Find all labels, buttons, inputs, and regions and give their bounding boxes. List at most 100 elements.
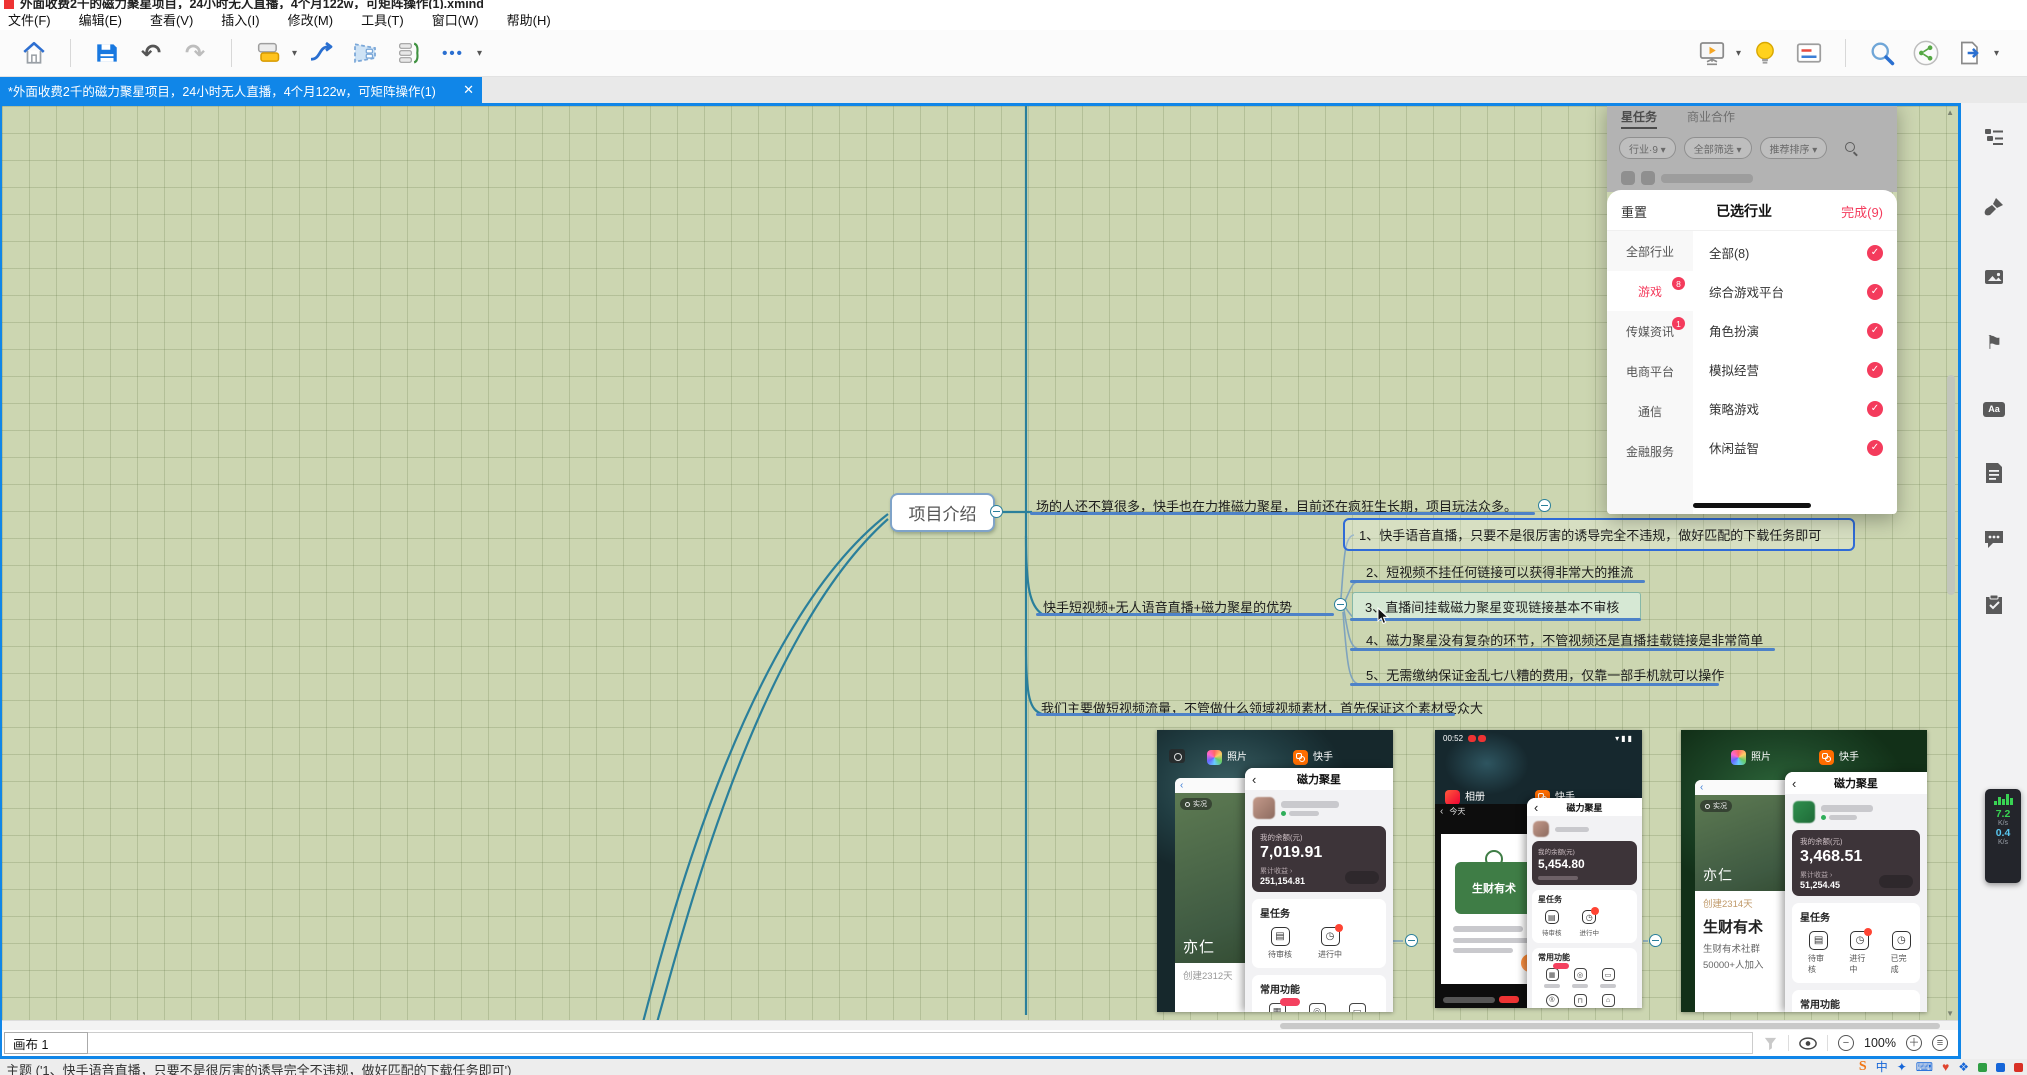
attached-image-phone-1[interactable]: 照片 快手 ‹ 实况 亦仁 创建2312天 ‹磁力聚星 [1157, 730, 1393, 1012]
task-checklist-icon[interactable] [1982, 593, 2006, 617]
reset-button[interactable]: 重置 [1621, 202, 1647, 221]
filter-funnel-icon[interactable] [1763, 1036, 1778, 1051]
category-finance[interactable]: 金融服务 [1607, 431, 1693, 471]
menu-edit[interactable]: 编辑(E) [79, 10, 122, 29]
done-button[interactable]: 完成(9) [1841, 202, 1883, 221]
insert-image-icon[interactable] [1982, 265, 2006, 289]
advantage-item-3-hover[interactable]: 3、直播间挂载磁力聚星变现链接基本不审核 [1352, 592, 1641, 620]
document-tab[interactable]: *外面收费2千的磁力聚星项目，24小时无人直播，4个月122w，可矩阵操作(1)… [0, 77, 482, 103]
camera-icon [1169, 749, 1185, 763]
advantage-item-4[interactable]: 4、磁力聚星没有复杂的环节，不管视频还是直播挂载链接是非常简单 [1366, 630, 1763, 649]
app-window: 外面收费2千的磁力聚星项目，24小时无人直播，4个月122w，可矩阵操作(1).… [0, 0, 2027, 1075]
option-row[interactable]: 休闲益智✓ [1693, 428, 1897, 467]
ime-chinese-icon[interactable]: 中 [1876, 1061, 1888, 1073]
chevron-down-icon[interactable]: ▾ [1994, 48, 1999, 59]
zoom-level[interactable]: 100% [1864, 1036, 1896, 1050]
menu-view[interactable]: 查看(V) [150, 10, 193, 29]
category-ecommerce[interactable]: 电商平台 [1607, 351, 1693, 391]
taskbar-icon[interactable] [1996, 1063, 2005, 1072]
sheet-tab-canvas-1[interactable]: 画布 1 [4, 1032, 88, 1054]
share-icon[interactable] [1911, 38, 1941, 68]
horizontal-scrollbar[interactable] [2, 1020, 1958, 1030]
filter-sort[interactable]: 推荐排序 ▾ [1760, 137, 1828, 159]
topic-underline [1036, 713, 1455, 716]
scrollbar-thumb[interactable] [1280, 1023, 1940, 1029]
advantage-item-1-selected[interactable]: 1、快手语音直播，只要不是很厉害的诱导完全不违规，做好匹配的下载任务即可 [1343, 518, 1855, 551]
zoom-out-button[interactable]: − [1838, 1035, 1854, 1051]
scrollbar-thumb[interactable] [1947, 375, 1955, 595]
more-tools-icon[interactable]: ••• [438, 38, 468, 68]
comments-icon[interactable] [1982, 527, 2006, 551]
mindmap-root-topic[interactable]: 项目介绍 [890, 493, 995, 532]
redo-icon[interactable]: ↷ [180, 38, 210, 68]
chevron-down-icon[interactable]: ▾ [477, 48, 482, 59]
relationship-icon[interactable] [306, 38, 336, 68]
back-icon: ‹ [1792, 776, 1796, 791]
menu-modify[interactable]: 修改(M) [288, 10, 334, 29]
vertical-scrollbar[interactable]: ▲ ▼ [1944, 106, 1957, 1020]
close-icon[interactable]: ✕ [463, 82, 474, 98]
advantage-item-5[interactable]: 5、无需缴纳保证金乱七八糟的费用，仅靠一部手机就可以操作 [1366, 665, 1724, 684]
scroll-down-icon[interactable]: ▼ [1946, 1009, 1954, 1018]
collapse-icon[interactable] [1538, 499, 1551, 512]
presentation-icon[interactable] [1697, 38, 1727, 68]
eye-icon[interactable] [1799, 1037, 1817, 1050]
insert-topic-icon[interactable] [253, 38, 283, 68]
taskbar-icon[interactable] [2014, 1063, 2023, 1072]
scroll-up-icon[interactable]: ▲ [1946, 108, 1954, 117]
export-icon[interactable] [1955, 38, 1985, 68]
advantage-item-2[interactable]: 2、短视频不挂任何链接可以获得非常大的推流 [1366, 562, 1633, 581]
attached-image-phone-3[interactable]: 照片 快手 ‹ 实况 亦仁 创建2314天 生财有术 生财有术社群 50000+… [1681, 730, 1927, 1012]
fit-view-button[interactable]: ≡ [1932, 1035, 1948, 1051]
flag-marker-icon[interactable]: ⚑ [1982, 331, 2006, 355]
zoom-in-button[interactable]: ＋ [1906, 1035, 1922, 1051]
boundary-icon[interactable] [350, 38, 380, 68]
taskbar-icon[interactable]: ♥ [1942, 1061, 1949, 1073]
search-icon[interactable] [1845, 142, 1858, 155]
pending-review-icon: ▤ [1271, 927, 1290, 946]
menu-file[interactable]: 文件(F) [8, 10, 51, 29]
collapse-icon[interactable] [1649, 934, 1662, 947]
category-games[interactable]: 游戏8 [1607, 271, 1693, 311]
category-telecom[interactable]: 通信 [1607, 391, 1693, 431]
slide-notes-icon[interactable] [1794, 38, 1824, 68]
lightbulb-icon[interactable] [1750, 38, 1780, 68]
option-row[interactable]: 全部(8)✓ [1693, 233, 1897, 272]
attached-image-phone-2[interactable]: 00:52 ▾▮▮ 相册 快手 ‹今天 生财有术 [1435, 730, 1642, 1008]
filter-all[interactable]: 全部筛选 ▾ [1684, 137, 1752, 159]
collapse-icon[interactable] [1405, 934, 1418, 947]
sheet-tab-strip[interactable] [88, 1032, 1753, 1054]
filter-industry[interactable]: 行业·9 ▾ [1619, 137, 1676, 159]
topic-structure-icon[interactable] [1982, 125, 2006, 149]
font-style-icon[interactable]: Aa [1982, 397, 2006, 421]
mindmap-canvas[interactable]: 项目介绍 场的人还不算很多，快手也在力推磁力聚星，目前还在疯狂生长期，项目玩法众… [2, 106, 1958, 1020]
taskbar-icon[interactable]: ❖ [1958, 1061, 1969, 1073]
save-icon[interactable] [92, 38, 122, 68]
category-all[interactable]: 全部行业 [1607, 231, 1693, 271]
format-brush-icon[interactable] [1982, 195, 2006, 219]
category-media[interactable]: 传媒资讯1 [1607, 311, 1693, 351]
option-row[interactable]: 角色扮演✓ [1693, 311, 1897, 350]
menu-tools[interactable]: 工具(T) [361, 10, 404, 29]
menu-insert[interactable]: 插入(I) [221, 10, 259, 29]
input-method-icon[interactable]: S [1859, 1060, 1867, 1074]
home-icon[interactable] [19, 38, 49, 68]
option-row[interactable]: 模拟经营✓ [1693, 350, 1897, 389]
collapse-icon[interactable] [1334, 598, 1347, 611]
undo-icon[interactable]: ↶ [136, 38, 166, 68]
chevron-down-icon[interactable]: ▾ [292, 48, 297, 59]
taskbar-icon[interactable]: ✦ [1897, 1061, 1907, 1073]
taskbar-icon[interactable] [1978, 1063, 1987, 1072]
tab-business[interactable]: 商业合作 [1687, 108, 1735, 129]
option-row[interactable]: 综合游戏平台✓ [1693, 272, 1897, 311]
option-row[interactable]: 策略游戏✓ [1693, 389, 1897, 428]
search-icon[interactable] [1867, 38, 1897, 68]
tab-star-tasks[interactable]: 星任务 [1621, 108, 1657, 129]
menu-help[interactable]: 帮助(H) [507, 10, 551, 29]
chevron-down-icon[interactable]: ▾ [1736, 48, 1741, 59]
summary-icon[interactable] [394, 38, 424, 68]
notes-icon[interactable] [1982, 461, 2006, 485]
keyboard-icon[interactable]: ⌨ [1916, 1061, 1933, 1073]
collapse-icon[interactable] [990, 505, 1003, 518]
menu-window[interactable]: 窗口(W) [432, 10, 479, 29]
